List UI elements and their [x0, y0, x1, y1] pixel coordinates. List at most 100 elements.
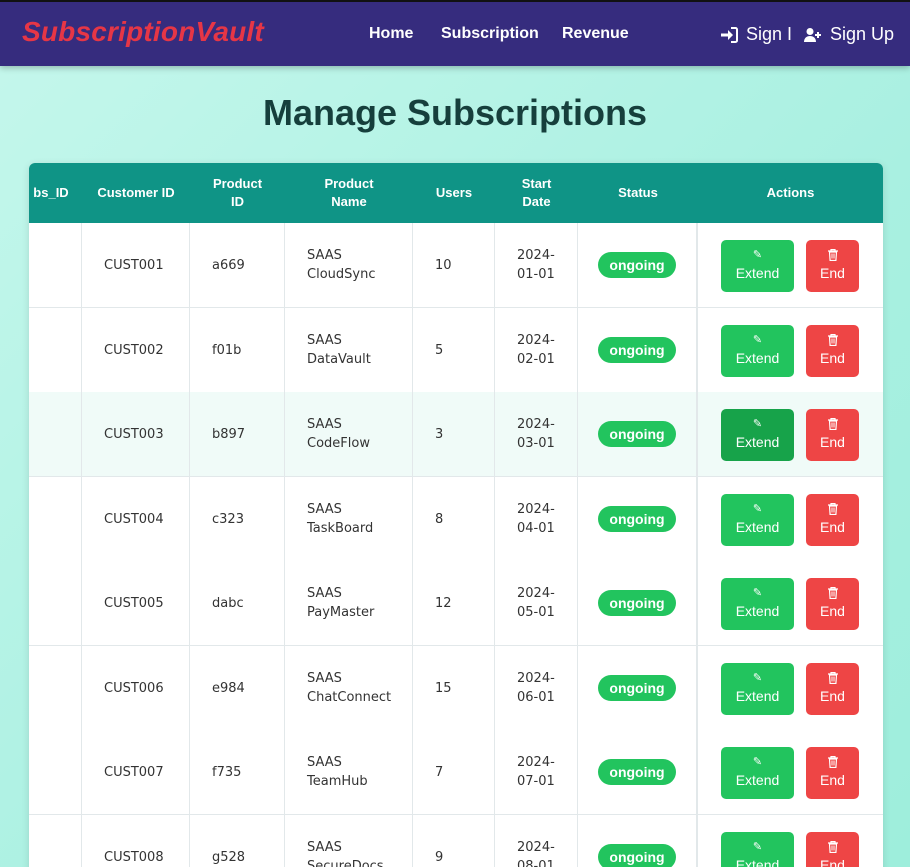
users-cell: 3 — [413, 392, 495, 476]
extend-button[interactable]: ✎ Extend — [721, 325, 794, 377]
status-badge: ongoing — [598, 844, 676, 867]
header-users: Users — [435, 185, 473, 200]
subs-id-cell — [29, 223, 82, 307]
status-cell: ongoing — [578, 730, 698, 814]
edit-icon: ✎ — [752, 503, 763, 515]
customer-id-cell: CUST005 — [82, 561, 190, 645]
product-name-cell: SAAS SecureDocs — [285, 815, 413, 867]
subs-id-cell — [29, 561, 82, 645]
status-cell: ongoing — [578, 392, 698, 476]
edit-icon: ✎ — [752, 418, 763, 430]
status-cell: ongoing — [578, 477, 698, 561]
nav-home[interactable]: Home — [369, 25, 413, 43]
actions-cell: ✎ Extend End — [698, 223, 883, 307]
actions-cell: ✎ Extend End — [698, 646, 883, 730]
status-cell: ongoing — [578, 223, 698, 307]
trash-icon — [827, 587, 838, 599]
table-row: CUST004 c323 SAAS TaskBoard 8 2024- 04-01 ongoi… — [29, 477, 883, 562]
customer-id-cell: CUST006 — [82, 646, 190, 730]
actions-cell: ✎ Extend End — [698, 561, 883, 645]
start-date-cell: 2024- 05-01 — [495, 561, 578, 645]
customer-id-cell: CUST007 — [82, 730, 190, 814]
users-cell: 12 — [413, 561, 495, 645]
product-id-cell: g528 — [190, 815, 285, 867]
header-customer-id: Customer ID — [97, 185, 175, 200]
edit-icon: ✎ — [752, 841, 763, 853]
start-date-cell: 2024- 06-01 — [495, 646, 578, 730]
users-cell: 9 — [413, 815, 495, 867]
product-id-cell: c323 — [190, 477, 285, 561]
start-date-cell: 2024- 08-01 — [495, 815, 578, 867]
nav-subscription[interactable]: Subscription — [441, 25, 539, 43]
subs-id-cell — [29, 646, 82, 730]
product-id-cell: f01b — [190, 308, 285, 392]
status-badge: ongoing — [598, 590, 676, 616]
status-cell: ongoing — [578, 646, 698, 730]
product-name-cell: SAAS ChatConnect — [285, 646, 413, 730]
users-cell: 8 — [413, 477, 495, 561]
product-name-cell: SAAS PayMaster — [285, 561, 413, 645]
table-header: bs_ID Customer ID Product ID Product Nam… — [29, 163, 883, 223]
end-button[interactable]: End — [806, 832, 859, 867]
start-date-cell: 2024- 01-01 — [495, 223, 578, 307]
status-badge: ongoing — [598, 506, 676, 532]
status-cell: ongoing — [578, 815, 698, 867]
sign-up-label: Sign Up — [830, 24, 895, 44]
page-title: Manage Subscriptions — [262, 92, 648, 133]
actions-cell: ✎ Extend End — [698, 477, 883, 561]
sign-in-icon — [721, 26, 738, 43]
edit-icon: ✎ — [752, 587, 763, 599]
status-badge: ongoing — [598, 337, 676, 363]
status-badge: ongoing — [598, 675, 676, 701]
subs-id-cell — [29, 730, 82, 814]
end-button[interactable]: End — [806, 494, 859, 546]
nav-revenue[interactable]: Revenue — [562, 25, 629, 43]
users-cell: 7 — [413, 730, 495, 814]
edit-icon: ✎ — [752, 249, 763, 261]
table-row: CUST001 a669 SAAS CloudSync 10 2024- 01-01 ongo… — [29, 223, 883, 308]
status-badge: ongoing — [598, 759, 676, 785]
actions-cell: ✎ Extend End — [698, 392, 883, 476]
extend-button[interactable]: ✎ Extend — [721, 578, 794, 630]
extend-button[interactable]: ✎ Extend — [721, 240, 794, 292]
customer-id-cell: CUST001 — [82, 223, 190, 307]
edit-icon: ✎ — [752, 334, 763, 346]
edit-icon: ✎ — [752, 756, 763, 768]
product-id-cell: e984 — [190, 646, 285, 730]
table-row: CUST002 f01b SAAS DataVault 5 2024- 02-01 ongoi… — [29, 308, 883, 393]
actions-cell: ✎ Extend End — [698, 730, 883, 814]
customer-id-cell: CUST008 — [82, 815, 190, 867]
table-row: CUST005 dabc SAAS PayMaster 12 2024- 05-01 ongo… — [29, 561, 883, 646]
end-button[interactable]: End — [806, 663, 859, 715]
end-button[interactable]: End — [806, 747, 859, 799]
extend-button[interactable]: ✎ Extend — [721, 663, 794, 715]
end-button[interactable]: End — [806, 325, 859, 377]
brand-logo[interactable]: SubscriptionVault — [22, 16, 264, 48]
table-row: CUST008 g528 SAAS SecureDocs 9 2024- 08-01 ongo… — [29, 815, 883, 867]
extend-button[interactable]: ✎ Extend — [721, 409, 794, 461]
subscriptions-table: bs_ID Customer ID Product ID Product Nam… — [29, 163, 883, 867]
trash-icon — [827, 841, 838, 853]
user-plus-icon — [804, 27, 821, 42]
header-product-name: Product Name — [324, 176, 374, 209]
end-button[interactable]: End — [806, 240, 859, 292]
product-name-cell: SAAS TaskBoard — [285, 477, 413, 561]
users-cell: 15 — [413, 646, 495, 730]
customer-id-cell: CUST004 — [82, 477, 190, 561]
table-row: CUST007 f735 SAAS TeamHub 7 2024- 07-01 ongoing… — [29, 730, 883, 815]
extend-button[interactable]: ✎ Extend — [721, 832, 794, 867]
sign-up-link[interactable]: Sign Up — [804, 24, 894, 45]
trash-icon — [827, 756, 838, 768]
end-button[interactable]: End — [806, 578, 859, 630]
product-id-cell: f735 — [190, 730, 285, 814]
extend-button[interactable]: ✎ Extend — [721, 747, 794, 799]
product-id-cell: dabc — [190, 561, 285, 645]
end-button[interactable]: End — [806, 409, 859, 461]
status-cell: ongoing — [578, 308, 698, 392]
users-cell: 5 — [413, 308, 495, 392]
sign-in-link[interactable]: Sign I — [720, 24, 792, 45]
product-id-cell: a669 — [190, 223, 285, 307]
extend-button[interactable]: ✎ Extend — [721, 494, 794, 546]
product-id-cell: b897 — [190, 392, 285, 476]
header-start-date: Start Date — [521, 176, 552, 209]
